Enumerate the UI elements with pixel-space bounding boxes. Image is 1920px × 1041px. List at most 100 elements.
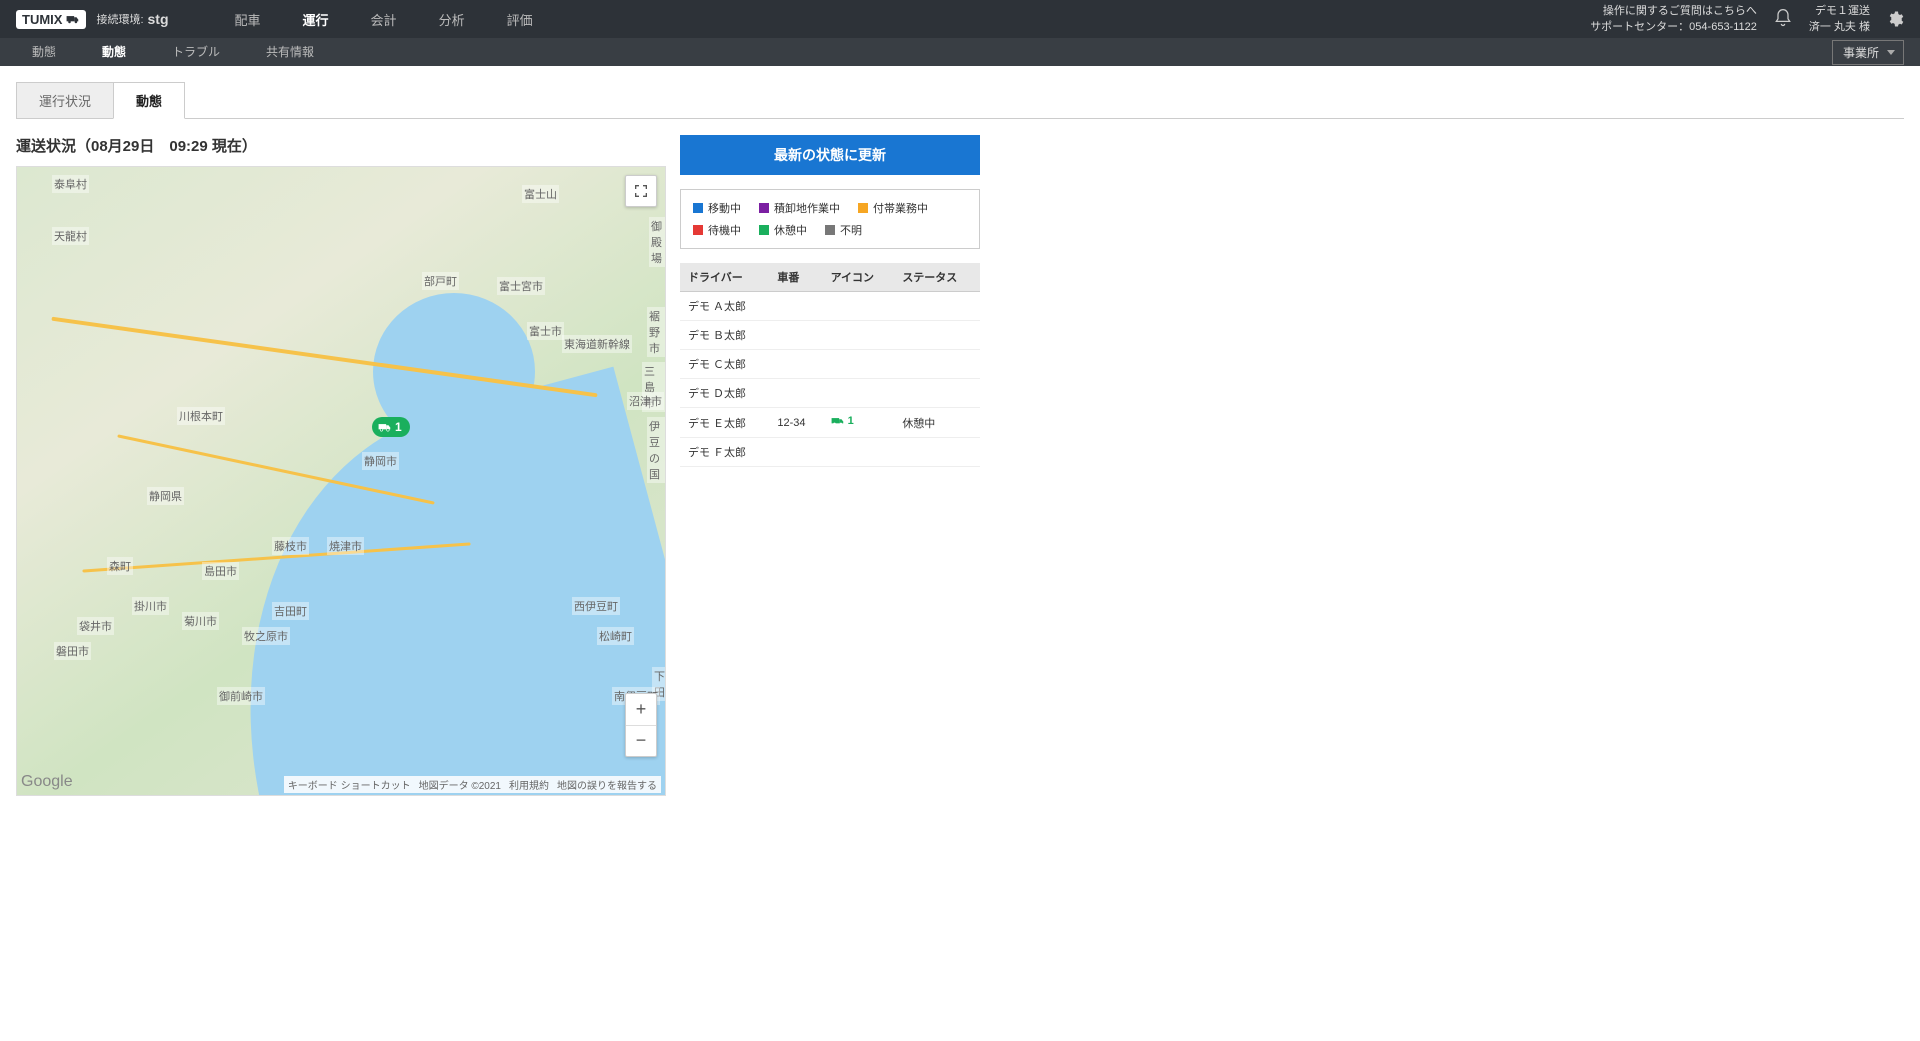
map-city-label: 川根本町 bbox=[177, 407, 225, 425]
env-value: stg bbox=[148, 11, 169, 27]
map-city-label: 西伊豆町 bbox=[572, 597, 620, 615]
cell-car: 12-34 bbox=[769, 408, 822, 438]
fullscreen-icon bbox=[633, 183, 649, 199]
cell-icon: 1 bbox=[823, 408, 895, 438]
cell-icon bbox=[823, 438, 895, 467]
legend-item: 休憩中 bbox=[759, 222, 807, 238]
cell-icon bbox=[823, 379, 895, 408]
cell-status bbox=[894, 379, 980, 408]
legend-item: 付帯業務中 bbox=[858, 200, 928, 216]
legend-swatch bbox=[759, 203, 769, 213]
legend-label: 付帯業務中 bbox=[873, 200, 928, 216]
map-city-label: 御前崎市 bbox=[217, 687, 265, 705]
cell-driver: デモ Ｂ太郎 bbox=[680, 321, 769, 350]
cell-icon bbox=[823, 321, 895, 350]
table-row[interactable]: デモ Ｄ太郎 bbox=[680, 379, 980, 408]
cell-status bbox=[894, 438, 980, 467]
legend-item: 待機中 bbox=[693, 222, 741, 238]
cell-driver: デモ Ｅ太郎 bbox=[680, 408, 769, 438]
map-zoom-out[interactable]: − bbox=[626, 726, 656, 757]
cell-driver: デモ Ｃ太郎 bbox=[680, 350, 769, 379]
subnav-trouble[interactable]: トラブル bbox=[164, 37, 228, 68]
map-city-label: 富士宮市 bbox=[497, 277, 545, 295]
office-select-label: 事業所 bbox=[1843, 46, 1879, 60]
map-city-label: 富士山 bbox=[522, 185, 559, 203]
map-city-label: 沼津市 bbox=[627, 392, 664, 410]
table-row[interactable]: デモ Ｆ太郎 bbox=[680, 438, 980, 467]
subnav-doutai1[interactable]: 動態 bbox=[24, 37, 64, 68]
legend-label: 休憩中 bbox=[774, 222, 807, 238]
nav-hyoka[interactable]: 評価 bbox=[501, 6, 539, 33]
support-info: 操作に関するご質問はこちらへ サポートセンター：054-653-1122 bbox=[1590, 3, 1757, 36]
cell-status: 休憩中 bbox=[894, 408, 980, 438]
map-city-label: 菊川市 bbox=[182, 612, 219, 630]
cell-driver: デモ Ｄ太郎 bbox=[680, 379, 769, 408]
user-name: 済一 丸夫 様 bbox=[1809, 19, 1870, 36]
map-city-label: 吉田町 bbox=[272, 602, 309, 620]
nav-kaikei[interactable]: 会計 bbox=[365, 6, 403, 33]
driver-table: ドライバー 車番 アイコン ステータス デモ Ａ太郎デモ Ｂ太郎デモ Ｃ太郎デモ… bbox=[680, 263, 980, 467]
truck-icon bbox=[378, 420, 392, 434]
page-title: 運送状況（08月29日 09:29 現在） bbox=[16, 135, 666, 156]
legend-swatch bbox=[759, 225, 769, 235]
gear-icon[interactable] bbox=[1886, 10, 1904, 28]
map[interactable]: 泰阜村天龍村富士山御殿場部戸町富士宮市裾野市富士市三島市沼津市伊豆の国川根本町静… bbox=[16, 166, 666, 796]
cell-driver: デモ Ａ太郎 bbox=[680, 292, 769, 321]
table-row[interactable]: デモ Ｂ太郎 bbox=[680, 321, 980, 350]
map-city-label: 島田市 bbox=[202, 562, 239, 580]
map-city-label: 泰阜村 bbox=[52, 175, 89, 193]
legend-label: 移動中 bbox=[708, 200, 741, 216]
table-row[interactable]: デモ Ａ太郎 bbox=[680, 292, 980, 321]
map-fullscreen-button[interactable] bbox=[625, 175, 657, 207]
bell-icon[interactable] bbox=[1773, 8, 1793, 31]
office-select[interactable]: 事業所 bbox=[1832, 40, 1904, 65]
subnav-share[interactable]: 共有情報 bbox=[258, 37, 322, 68]
table-row[interactable]: デモ Ｃ太郎 bbox=[680, 350, 980, 379]
support-line1: 操作に関するご質問はこちらへ bbox=[1590, 3, 1757, 20]
map-city-label: 森町 bbox=[107, 557, 133, 575]
cell-icon bbox=[823, 350, 895, 379]
logo[interactable]: TUMIX bbox=[16, 10, 86, 29]
map-city-label: 部戸町 bbox=[422, 272, 459, 290]
cell-status bbox=[894, 292, 980, 321]
legend-swatch bbox=[858, 203, 868, 213]
map-city-label: 焼津市 bbox=[327, 537, 364, 555]
user-info: デモ１運送 済一 丸夫 様 bbox=[1809, 3, 1870, 36]
map-city-label: 松崎町 bbox=[597, 627, 634, 645]
cell-driver: デモ Ｆ太郎 bbox=[680, 438, 769, 467]
legend-swatch bbox=[693, 225, 703, 235]
th-driver: ドライバー bbox=[680, 263, 769, 292]
logo-text: TUMIX bbox=[22, 12, 62, 27]
legend-item: 積卸地作業中 bbox=[759, 200, 840, 216]
tab-unkou-jyoukyou[interactable]: 運行状況 bbox=[16, 82, 114, 118]
map-city-label: 裾野市 bbox=[647, 307, 665, 357]
nav-unko[interactable]: 運行 bbox=[297, 6, 335, 33]
map-vehicle-marker[interactable]: 1 bbox=[372, 417, 410, 437]
map-city-label: 袋井市 bbox=[77, 617, 114, 635]
map-report[interactable]: 地図の誤りを報告する bbox=[557, 777, 657, 792]
map-city-label: 東海道新幹線 bbox=[562, 335, 632, 353]
table-row[interactable]: デモ Ｅ太郎12-341休憩中 bbox=[680, 408, 980, 438]
nav-bunseki[interactable]: 分析 bbox=[433, 6, 471, 33]
legend-label: 待機中 bbox=[708, 222, 741, 238]
subnav-doutai2[interactable]: 動態 bbox=[94, 37, 134, 68]
map-data: 地図データ ©2021 bbox=[419, 777, 501, 792]
th-status: ステータス bbox=[894, 263, 980, 292]
cell-car bbox=[769, 379, 822, 408]
nav-haisha[interactable]: 配車 bbox=[229, 6, 267, 33]
legend-swatch bbox=[825, 225, 835, 235]
map-city-label: 静岡県 bbox=[147, 487, 184, 505]
legend-item: 移動中 bbox=[693, 200, 741, 216]
map-zoom-in[interactable]: + bbox=[626, 694, 656, 726]
map-city-label: 磐田市 bbox=[54, 642, 91, 660]
support-line2: サポートセンター：054-653-1122 bbox=[1590, 19, 1757, 36]
map-city-label: 伊豆の国 bbox=[647, 417, 665, 483]
tab-doutai[interactable]: 動態 bbox=[113, 82, 185, 119]
map-shortcuts[interactable]: キーボード ショートカット bbox=[288, 777, 411, 792]
legend-label: 積卸地作業中 bbox=[774, 200, 840, 216]
legend: 移動中 積卸地作業中 付帯業務中待機中 休憩中 不明 bbox=[680, 189, 980, 249]
refresh-button[interactable]: 最新の状態に更新 bbox=[680, 135, 980, 175]
legend-item: 不明 bbox=[825, 222, 862, 238]
legend-swatch bbox=[693, 203, 703, 213]
map-terms[interactable]: 利用規約 bbox=[509, 777, 549, 792]
